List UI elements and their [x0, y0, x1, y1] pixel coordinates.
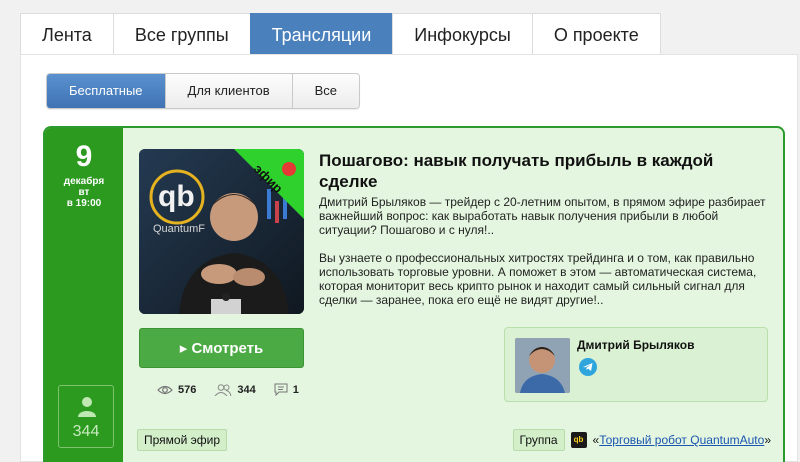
viewers-count: 344	[72, 423, 100, 440]
watch-button[interactable]: ▸ Смотреть	[139, 328, 304, 368]
tab-about[interactable]: О проекте	[531, 13, 661, 55]
telegram-icon[interactable]	[579, 358, 597, 376]
group-logo-icon: qb	[570, 432, 587, 448]
broadcast-thumbnail[interactable]: qb QuantumF эфир	[139, 149, 304, 314]
broadcast-title[interactable]: Пошагово: навык получать прибыль в каждо…	[319, 150, 759, 192]
group-info: Группа qb «Торговый робот QuantumAuto»	[512, 429, 771, 451]
card-footer: Прямой эфир Группа qb «Торговый робот Qu…	[123, 425, 783, 462]
date-weekday: вт	[78, 187, 90, 198]
views-stat: 576	[157, 383, 196, 396]
viewers-box: 344	[58, 385, 114, 448]
date-month: декабря	[63, 176, 105, 187]
filter-tabs: Бесплатные Для клиентов Все	[46, 73, 361, 109]
person-icon	[78, 397, 96, 417]
tab-all-groups[interactable]: Все группы	[112, 13, 250, 55]
comments-count: 1	[292, 383, 299, 396]
live-type-label: Прямой эфир	[137, 429, 227, 451]
participants-count: 344	[237, 383, 256, 396]
thumb-brand: QuantumF	[153, 223, 205, 235]
group-label: Группа	[512, 429, 565, 451]
group-link[interactable]: Торговый робот QuantumAuto	[599, 433, 764, 447]
comment-icon	[274, 383, 288, 396]
stats-row: 576 344 1	[157, 383, 299, 396]
tab-broadcasts[interactable]: Трансляции	[249, 13, 393, 55]
description-paragraph-2: Вы узнаете о профессиональных хитростях …	[319, 251, 757, 307]
tab-feed[interactable]: Лента	[20, 13, 113, 55]
comments-stat: 1	[274, 383, 299, 396]
author-box: Дмитрий Брыляков	[504, 327, 768, 402]
author-avatar[interactable]	[515, 338, 570, 393]
date-time: в 19:00	[66, 198, 102, 209]
views-count: 576	[178, 383, 197, 396]
subtab-all[interactable]: Все	[292, 74, 360, 108]
subtab-free[interactable]: Бесплатные	[47, 74, 166, 108]
broadcast-card: 9 декабря вт в 19:00 344 qb QuantumF эфи…	[43, 126, 785, 462]
date-column: 9 декабря вт в 19:00 344	[45, 128, 123, 462]
eye-icon	[157, 385, 173, 394]
tab-infocourses[interactable]: Инфокурсы	[392, 13, 532, 55]
description-paragraph-1: Дмитрий Брыляков — трейдер с 20-летним о…	[319, 195, 766, 237]
people-icon	[214, 383, 232, 396]
broadcast-description: Дмитрий Брыляков — трейдер с 20-летним о…	[319, 195, 771, 321]
subtab-clients[interactable]: Для клиентов	[165, 74, 293, 108]
date-day: 9	[75, 140, 93, 173]
group-quote-close: »	[764, 433, 771, 447]
thumb-logo: qb	[158, 180, 195, 213]
author-name[interactable]: Дмитрий Брыляков	[577, 338, 694, 352]
main-nav: Лента Все группы Трансляции Инфокурсы О …	[20, 13, 661, 55]
group-link-wrap: «Торговый робот QuantumAuto»	[593, 433, 771, 447]
participants-stat: 344	[214, 383, 256, 396]
